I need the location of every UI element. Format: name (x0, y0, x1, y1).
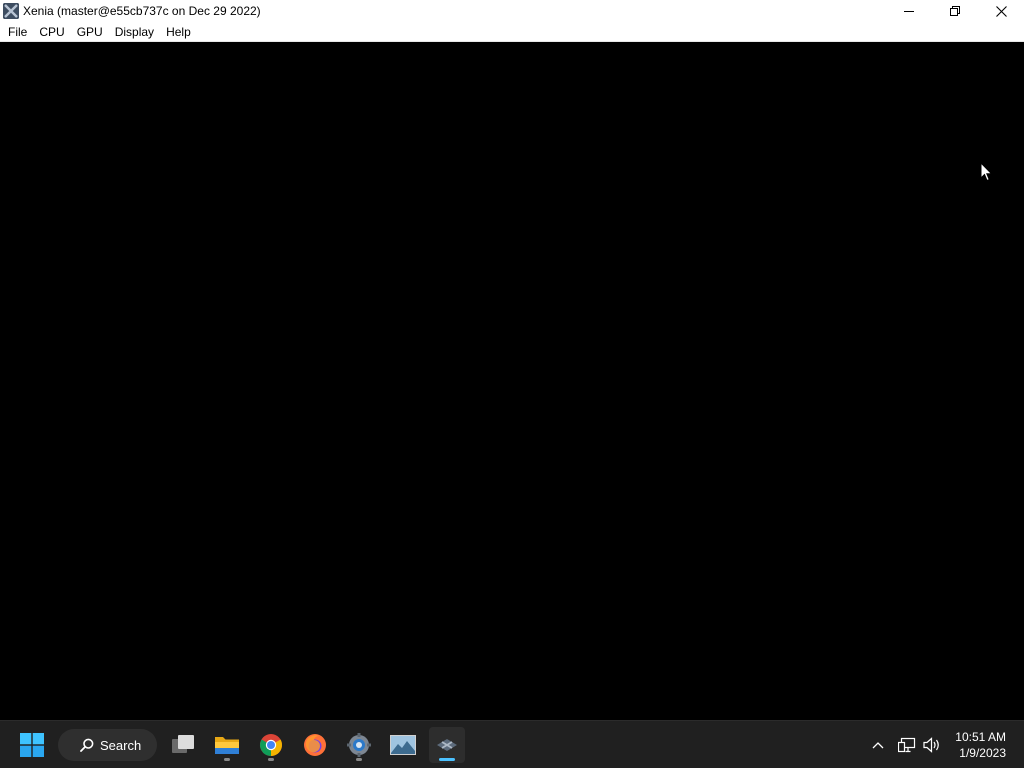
emulator-viewport[interactable] (0, 43, 1024, 720)
menu-display[interactable]: Display (109, 22, 160, 42)
search-icon (80, 738, 94, 752)
close-button[interactable] (978, 0, 1024, 22)
firefox-button[interactable] (297, 727, 333, 763)
chrome-icon (260, 734, 282, 756)
menu-cpu[interactable]: CPU (33, 22, 70, 42)
menu-bar: File CPU GPU Display Help (0, 22, 1024, 42)
settings-button[interactable] (341, 727, 377, 763)
chevron-up-icon (872, 742, 884, 749)
task-view-button[interactable] (165, 727, 201, 763)
xenia-app-icon (3, 3, 19, 19)
xenia-taskbar-icon (437, 739, 457, 751)
volume-icon (923, 737, 939, 753)
menu-gpu[interactable]: GPU (71, 22, 109, 42)
xenia-taskbar-button[interactable] (429, 727, 465, 763)
start-icon (20, 733, 44, 757)
file-explorer-button[interactable] (209, 727, 245, 763)
file-explorer-icon (215, 737, 239, 754)
search-label: Search (100, 737, 142, 753)
minimize-icon (904, 11, 914, 12)
taskbar-clock[interactable]: 10:51 AM 1/9/2023 (955, 729, 1006, 761)
window-controls (886, 0, 1024, 22)
volume-button[interactable] (920, 721, 944, 768)
restore-icon (950, 6, 960, 16)
mouse-cursor-icon (980, 162, 993, 182)
running-indicator (224, 758, 230, 761)
tray-overflow-button[interactable] (866, 721, 890, 768)
menu-file[interactable]: File (2, 22, 33, 42)
image-viewer-icon (390, 735, 416, 755)
network-button[interactable] (894, 721, 920, 768)
firefox-icon (304, 734, 326, 756)
close-icon (995, 5, 1007, 17)
image-viewer-button[interactable] (385, 727, 421, 763)
minimize-button[interactable] (886, 0, 932, 22)
restore-button[interactable] (932, 0, 978, 22)
running-indicator (268, 758, 274, 761)
taskbar: Search 10:51 AM 1/9/2023 (0, 720, 1024, 768)
taskbar-search[interactable]: Search (58, 729, 157, 761)
settings-icon (347, 733, 371, 757)
window-title: Xenia (master@e55cb737c on Dec 29 2022) (23, 4, 261, 18)
window-titlebar[interactable]: Xenia (master@e55cb737c on Dec 29 2022) (0, 0, 1024, 22)
start-button[interactable] (14, 727, 50, 763)
clock-date: 1/9/2023 (959, 746, 1006, 760)
task-view-icon (172, 735, 194, 753)
clock-time: 10:51 AM (955, 730, 1006, 744)
running-indicator (356, 758, 362, 761)
active-indicator (439, 758, 455, 761)
network-icon (898, 737, 916, 753)
chrome-button[interactable] (253, 727, 289, 763)
menu-help[interactable]: Help (160, 22, 197, 42)
